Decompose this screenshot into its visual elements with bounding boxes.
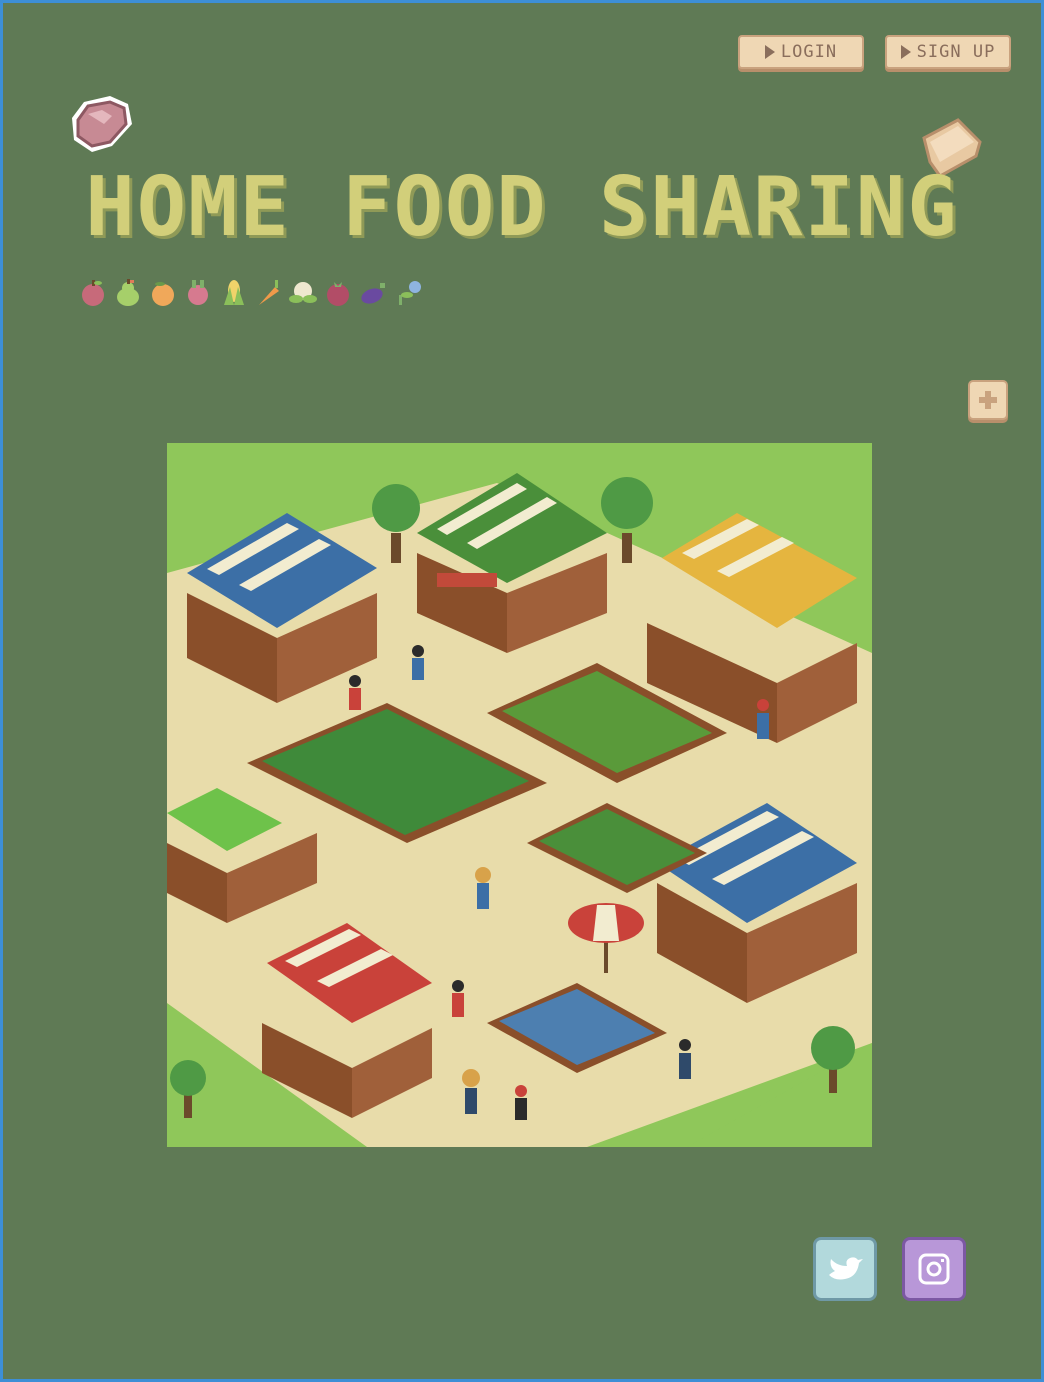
plus-icon xyxy=(979,391,997,409)
play-icon xyxy=(900,45,911,59)
twitter-icon xyxy=(829,1257,863,1280)
person xyxy=(475,867,491,909)
person xyxy=(757,699,769,739)
instagram-icon xyxy=(918,1253,950,1285)
signup-label: SIGN UP xyxy=(916,42,996,62)
login-label: LOGIN xyxy=(780,42,838,62)
market-illustration xyxy=(167,443,872,1147)
pomegranate-icon xyxy=(327,282,349,306)
beet-icon xyxy=(188,280,208,305)
person xyxy=(515,1085,527,1120)
cauliflower-icon xyxy=(289,282,317,303)
instagram-button[interactable] xyxy=(902,1237,966,1301)
pear-icon xyxy=(117,279,139,306)
person xyxy=(349,675,361,710)
add-button[interactable] xyxy=(968,380,1008,420)
person xyxy=(412,645,424,680)
twitter-button[interactable] xyxy=(813,1237,877,1301)
play-icon xyxy=(764,45,775,59)
person xyxy=(679,1039,691,1079)
apple-icon xyxy=(82,280,104,306)
carrot-icon xyxy=(259,280,279,305)
heart-icon xyxy=(72,96,132,152)
sprout-icon xyxy=(399,281,421,305)
peach-icon xyxy=(152,282,174,306)
login-button[interactable]: LOGIN xyxy=(738,35,864,69)
corn-icon xyxy=(224,280,244,305)
person xyxy=(452,980,464,1017)
produce-icon-row xyxy=(78,277,424,308)
eggplant-icon xyxy=(361,283,385,304)
signup-button[interactable]: SIGN UP xyxy=(885,35,1011,69)
page-title: HOME FOOD SHARING xyxy=(85,160,959,255)
